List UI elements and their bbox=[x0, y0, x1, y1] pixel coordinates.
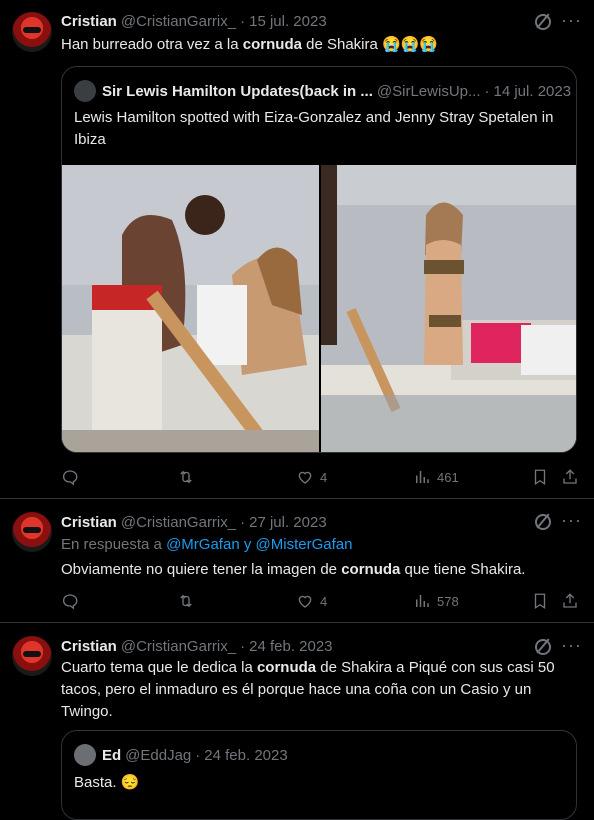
grok-icon[interactable] bbox=[535, 14, 551, 30]
views-icon bbox=[416, 595, 429, 607]
tweet[interactable]: Cristian @CristianGarrix_ · 15 jul. 2023… bbox=[0, 0, 594, 499]
tweet[interactable]: Cristian @CristianGarrix_ · 27 jul. 2023… bbox=[0, 499, 594, 623]
author-name[interactable]: Cristian bbox=[61, 638, 117, 655]
reply-icon bbox=[62, 594, 78, 610]
author-handle[interactable]: @CristianGarrix_ bbox=[121, 638, 236, 655]
share-button[interactable] bbox=[561, 591, 579, 611]
reply-and: y bbox=[239, 536, 256, 553]
tweet-date[interactable]: 27 jul. 2023 bbox=[249, 514, 327, 531]
like-icon bbox=[298, 471, 312, 484]
tweet-date[interactable]: 15 jul. 2023 bbox=[249, 13, 327, 30]
bookmark-button[interactable] bbox=[531, 467, 549, 487]
reply-prefix: En respuesta a bbox=[61, 536, 167, 553]
bookmark-icon bbox=[534, 593, 546, 610]
tweet-text: Cuarto tema que le dedica la cornuda de … bbox=[61, 657, 581, 723]
bookmark-icon bbox=[534, 469, 546, 486]
separator: · bbox=[195, 746, 201, 764]
views-button[interactable]: 578 bbox=[413, 591, 459, 611]
separator: · bbox=[484, 82, 490, 100]
reply-button[interactable] bbox=[61, 467, 85, 487]
bookmark-button[interactable] bbox=[531, 591, 549, 611]
more-icon[interactable]: ··· bbox=[561, 11, 582, 29]
reply-icon bbox=[62, 470, 78, 486]
reply-context: En respuesta a @MrGafan y @MisterGafan bbox=[61, 536, 352, 553]
more-icon[interactable]: ··· bbox=[561, 636, 582, 654]
quote-author-name: Sir Lewis Hamilton Updates(back in ... bbox=[102, 82, 373, 100]
separator: · bbox=[240, 12, 246, 30]
views-count: 461 bbox=[437, 469, 459, 485]
photo-illustration bbox=[321, 165, 576, 452]
retweet-icon bbox=[180, 470, 192, 484]
views-count: 578 bbox=[437, 593, 459, 609]
quote-header: Ed @EddJag · 24 feb. 2023 bbox=[74, 744, 288, 766]
avatar[interactable] bbox=[12, 512, 52, 552]
tweet-text: Obviamente no quiere tener la imagen de … bbox=[61, 559, 581, 581]
quote-author-name: Ed bbox=[102, 746, 122, 764]
reply-button[interactable] bbox=[61, 591, 85, 611]
text-span: que tiene Shakira. bbox=[400, 561, 526, 578]
avatar[interactable] bbox=[12, 12, 52, 52]
like-count: 4 bbox=[320, 469, 328, 485]
quote-avatar bbox=[74, 744, 96, 766]
like-button[interactable]: 4 bbox=[296, 591, 327, 611]
reply-user-link[interactable]: @MrGafan bbox=[166, 536, 240, 553]
quote-avatar bbox=[74, 80, 96, 102]
quote-author-handle: @EddJag bbox=[125, 746, 192, 764]
quote-header: Sir Lewis Hamilton Updates(back in ... @… bbox=[74, 80, 571, 102]
author-name[interactable]: Cristian bbox=[61, 514, 117, 531]
retweet-button[interactable] bbox=[177, 467, 201, 487]
share-icon bbox=[563, 593, 577, 608]
author-handle[interactable]: @CristianGarrix_ bbox=[121, 514, 236, 531]
grok-icon[interactable] bbox=[535, 639, 551, 655]
quote-photo-1[interactable] bbox=[62, 165, 319, 452]
quote-text: Lewis Hamilton spotted with Eiza-Gonzale… bbox=[74, 109, 554, 148]
more-icon[interactable]: ··· bbox=[561, 511, 582, 529]
action-bar: 4 578 bbox=[61, 591, 581, 611]
retweet-button[interactable] bbox=[177, 591, 201, 611]
quote-author-handle: @SirLewisUp... bbox=[376, 82, 481, 100]
text-bold: cornuda bbox=[341, 561, 401, 578]
author-name[interactable]: Cristian bbox=[61, 13, 117, 30]
text-span: Cuarto tema que le dedica la bbox=[61, 659, 257, 676]
retweet-icon bbox=[180, 594, 192, 608]
share-button[interactable] bbox=[561, 467, 579, 487]
like-button[interactable]: 4 bbox=[296, 467, 327, 487]
text-span: Obviamente no quiere tener la imagen de bbox=[61, 561, 342, 578]
tweet-date[interactable]: 24 feb. 2023 bbox=[249, 638, 332, 655]
views-button[interactable]: 461 bbox=[413, 467, 459, 487]
author-handle[interactable]: @CristianGarrix_ bbox=[121, 13, 236, 30]
tweet[interactable]: Cristian @CristianGarrix_ · 24 feb. 2023… bbox=[0, 623, 594, 820]
quote-photo-2[interactable] bbox=[321, 165, 576, 452]
grok-icon[interactable] bbox=[535, 514, 551, 530]
text-span: de Shakira bbox=[301, 36, 383, 53]
text-bold: cornuda bbox=[242, 36, 302, 53]
quote-date: 24 feb. 2023 bbox=[204, 746, 288, 764]
views-icon bbox=[416, 471, 429, 483]
tweet-header: Cristian @CristianGarrix_ · 27 jul. 2023 bbox=[61, 512, 327, 532]
tweet-text: Han burreado otra vez a la cornuda de Sh… bbox=[61, 34, 581, 56]
reply-user-link[interactable]: @MisterGafan bbox=[256, 536, 353, 553]
text-span: Han burreado otra vez a la bbox=[61, 36, 243, 53]
quote-text: Basta. 😔 bbox=[74, 774, 140, 791]
separator: · bbox=[240, 637, 246, 655]
like-count: 4 bbox=[320, 593, 328, 609]
text-bold: cornuda bbox=[256, 659, 317, 676]
separator: · bbox=[240, 513, 246, 531]
share-icon bbox=[563, 469, 577, 484]
action-bar: 4 461 bbox=[61, 467, 581, 487]
emoji: 😭😭😭 bbox=[382, 36, 439, 53]
tweet-header: Cristian @CristianGarrix_ · 15 jul. 2023 bbox=[61, 11, 327, 31]
quote-date: 14 jul. 2023 bbox=[493, 82, 572, 100]
tweet-header: Cristian @CristianGarrix_ · 24 feb. 2023 bbox=[61, 636, 333, 656]
like-icon bbox=[298, 595, 312, 608]
quoted-tweet[interactable]: Sir Lewis Hamilton Updates(back in ... @… bbox=[61, 66, 577, 453]
avatar[interactable] bbox=[12, 636, 52, 676]
photo-illustration bbox=[62, 165, 319, 452]
